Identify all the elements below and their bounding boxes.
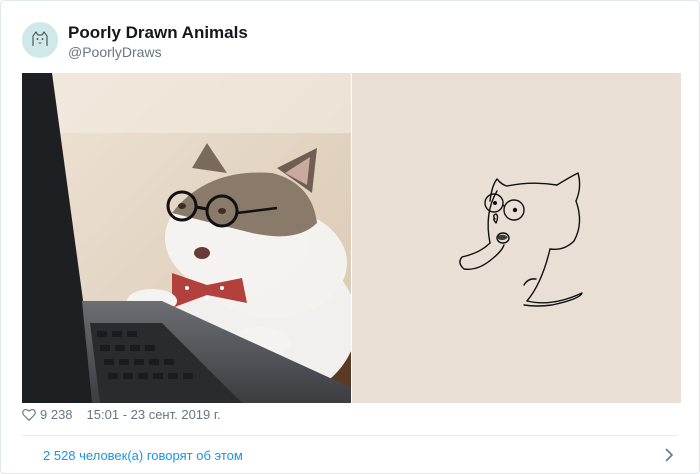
author-handle[interactable]: @PoorlyDraws bbox=[68, 44, 162, 60]
drawing-poorly-drawn-cat bbox=[352, 73, 681, 403]
tweet-card: Poorly Drawn Animals @PoorlyDraws 9 238 … bbox=[0, 0, 700, 474]
tweet-meta: 9 238 15:01 - 23 сент. 2019 г. bbox=[22, 405, 221, 423]
photo-cat-with-glasses-at-laptop bbox=[22, 73, 351, 403]
people-talking-link[interactable]: 2 528 человек(а) говорят об этом bbox=[22, 448, 243, 463]
tweet-media[interactable] bbox=[22, 73, 681, 403]
conversation-footer[interactable]: 2 528 человек(а) говорят об этом bbox=[22, 437, 678, 473]
divider bbox=[22, 435, 678, 436]
author-avatar[interactable] bbox=[22, 22, 58, 58]
like-count: 9 238 bbox=[40, 406, 73, 422]
avatar-cat-drawing bbox=[22, 22, 58, 58]
chevron-right-icon[interactable] bbox=[664, 447, 674, 463]
author-name[interactable]: Poorly Drawn Animals bbox=[68, 23, 248, 43]
heart-outline-icon bbox=[22, 408, 36, 421]
like-button[interactable]: 9 238 bbox=[22, 407, 73, 422]
tweet-timestamp[interactable]: 15:01 - 23 сент. 2019 г. bbox=[87, 407, 221, 422]
